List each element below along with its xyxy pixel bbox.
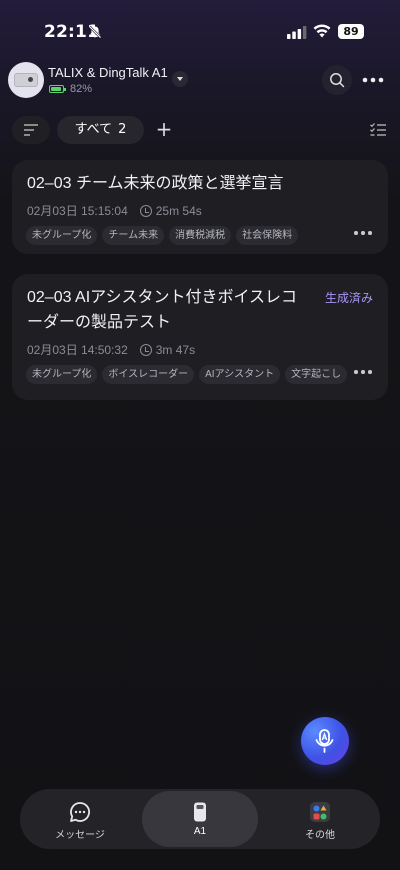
recording-duration: 3m 47s [155, 343, 196, 357]
nav-item-messages[interactable]: メッセージ [28, 789, 132, 849]
nav-item-a1[interactable]: A1 [142, 791, 258, 847]
tag[interactable]: チーム未来 [102, 226, 165, 245]
tag-list: 未グループ化 ボイスレコーダー AIアシスタント 文字起こし [26, 365, 348, 384]
cellular-signal-icon [287, 26, 307, 39]
tag[interactable]: 消費税減税 [169, 226, 232, 245]
nav-label-others: その他 [305, 830, 335, 841]
wifi-icon [313, 24, 331, 38]
tag[interactable]: 未グループ化 [26, 365, 98, 384]
tag[interactable]: 未グループ化 [26, 226, 98, 245]
apps-grid-icon [310, 802, 330, 822]
device-header: TALIX & DingTalk A1 82% [0, 60, 400, 104]
tab-all-label: すべて [74, 122, 113, 137]
search-icon [330, 73, 345, 88]
card-more-options-icon[interactable] [354, 230, 372, 236]
chat-bubble-icon [70, 802, 90, 822]
tab-all[interactable]: すべて 2 [57, 116, 144, 144]
recording-title: 02–03 チーム未来の政策と選挙宣言 [27, 175, 284, 192]
sort-button[interactable] [12, 116, 50, 144]
device-dropdown-chevron-down-icon[interactable] [172, 71, 188, 87]
ai-record-button[interactable] [301, 717, 349, 765]
sort-lines-icon [24, 124, 38, 136]
clock-icon [139, 205, 152, 217]
device-battery-level: 82% [70, 83, 93, 95]
device-avatar[interactable] [8, 62, 44, 98]
status-badge: 生成済み [324, 291, 373, 305]
recording-title: 02–03 AIアシスタント付きボイスレコーダーの製品テスト [27, 289, 298, 331]
recorder-device-icon [194, 802, 206, 822]
battery-indicator: 89 [338, 24, 364, 39]
search-button[interactable] [322, 65, 352, 95]
tag[interactable]: 文字起こし [285, 365, 348, 384]
device-battery-icon [49, 85, 66, 93]
ai-microphone-icon [315, 729, 334, 753]
more-options-icon[interactable] [362, 70, 384, 90]
recorder-device-icon [14, 73, 38, 87]
add-tab-button[interactable]: + [152, 118, 176, 142]
recording-meta: 02月03日 15:15:04 25m 54s [27, 202, 202, 219]
checklist-icon[interactable] [370, 123, 386, 137]
nav-label-a1: A1 [193, 826, 207, 837]
card-more-options-icon[interactable] [354, 369, 372, 375]
nav-item-others[interactable]: その他 [268, 789, 372, 849]
recording-card[interactable]: 02–03 AIアシスタント付きボイスレコーダーの製品テスト 生成済み 02月0… [12, 274, 388, 400]
tag[interactable]: 社会保険料 [236, 226, 299, 245]
filter-bar: すべて 2 + [0, 116, 400, 146]
tag[interactable]: AIアシスタント [199, 365, 281, 384]
recording-date: 02月03日 15:15:04 [27, 204, 128, 218]
device-name[interactable]: TALIX & DingTalk A1 [48, 65, 168, 80]
tab-all-count: 2 [118, 122, 127, 137]
recording-date: 02月03日 14:50:32 [27, 343, 128, 357]
status-bar: 22:11 89 [0, 0, 400, 62]
recording-card[interactable]: 02–03 チーム未来の政策と選挙宣言 02月03日 15:15:04 25m 5… [12, 160, 388, 254]
bell-muted-icon [88, 25, 102, 39]
tag-list: 未グループ化 チーム未来 消費税減税 社会保険料 [26, 226, 299, 245]
recording-duration: 25m 54s [155, 204, 202, 218]
clock-icon [139, 344, 152, 356]
bottom-nav: メッセージ A1 その他 [20, 789, 380, 849]
tag[interactable]: ボイスレコーダー [102, 365, 195, 384]
nav-label-messages: メッセージ [55, 830, 105, 841]
recording-meta: 02月03日 14:50:32 3m 47s [27, 341, 195, 358]
